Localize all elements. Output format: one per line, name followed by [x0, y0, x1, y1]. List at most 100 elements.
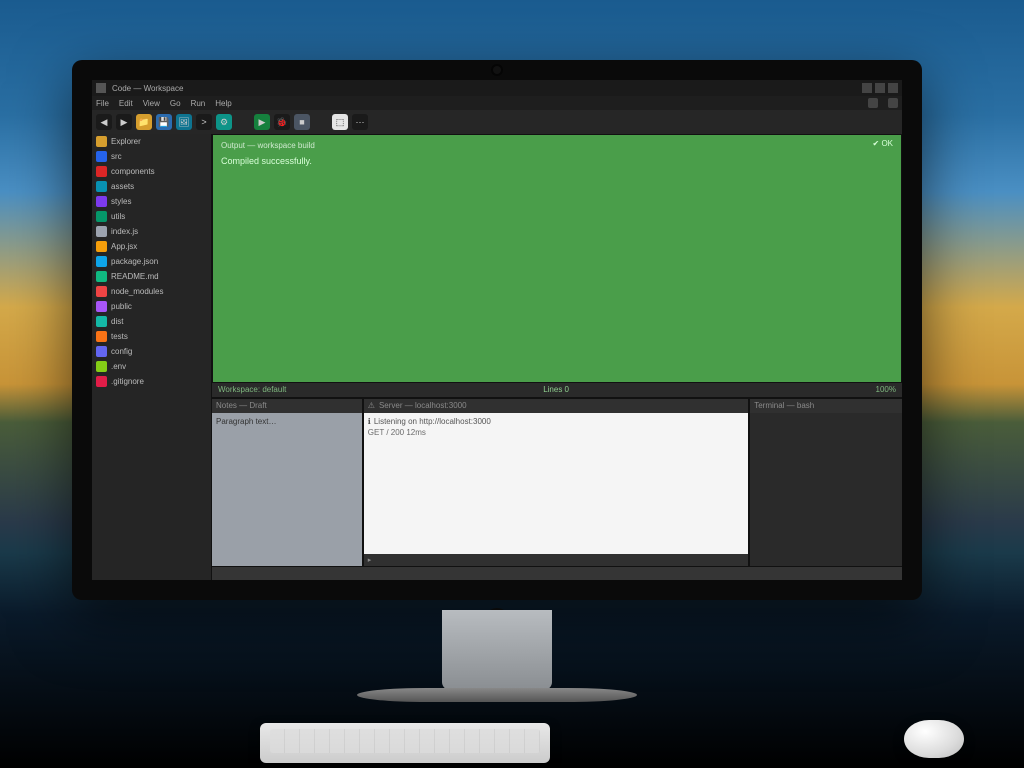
sidebar-item[interactable]: dist [92, 314, 211, 329]
sidebar-item-label: index.js [111, 227, 138, 236]
mouse [904, 720, 964, 758]
minimize-button[interactable] [862, 83, 872, 93]
folder-icon [96, 286, 107, 297]
warning-icon: ⚠ [368, 401, 375, 410]
folder-icon [96, 196, 107, 207]
stop-icon[interactable]: ■ [294, 114, 310, 130]
debug-icon[interactable]: 🐞 [274, 114, 290, 130]
app-window: Code — Workspace File Edit View Go Run H… [92, 80, 902, 580]
sidebar-item[interactable]: node_modules [92, 284, 211, 299]
panel-notes: Notes — Draft Paragraph text… [212, 399, 364, 567]
menu-file[interactable]: File [96, 99, 109, 108]
panel-server-line2: GET / 200 12ms [368, 428, 744, 437]
folder-icon [96, 331, 107, 342]
panel-terminal: Terminal — bash [750, 399, 902, 567]
sidebar-item-label: config [111, 347, 132, 356]
menu-edit[interactable]: Edit [119, 99, 133, 108]
desk-scene: Code — Workspace File Edit View Go Run H… [0, 0, 1024, 768]
sidebar: Explorer src components assets styles ut… [92, 134, 212, 580]
file-icon [96, 226, 107, 237]
menubar: File Edit View Go Run Help [92, 96, 902, 110]
close-button[interactable] [888, 83, 898, 93]
sidebar-item[interactable]: config [92, 344, 211, 359]
folder-icon [96, 151, 107, 162]
more-icon[interactable]: ⋯ [352, 114, 368, 130]
titlebar[interactable]: Code — Workspace [92, 80, 902, 96]
sidebar-item-label: .env [111, 362, 126, 371]
folder-icon [96, 346, 107, 357]
sidebar-item[interactable]: .env [92, 359, 211, 374]
nav-fwd-icon[interactable]: ▶ [116, 114, 132, 130]
sidebar-item-label: node_modules [111, 287, 163, 296]
file-icon [96, 376, 107, 387]
bottom-panels: Notes — Draft Paragraph text… ⚠ Server —… [212, 397, 902, 567]
settings-icon[interactable]: ⚙ [216, 114, 232, 130]
nav-back-icon[interactable]: ◀ [96, 114, 112, 130]
sidebar-item-label: README.md [111, 272, 159, 281]
file-icon [96, 361, 107, 372]
editor-footer-right: 100% [876, 385, 896, 394]
sidebar-item[interactable]: public [92, 299, 211, 314]
sidebar-item[interactable]: tests [92, 329, 211, 344]
monitor-foot [357, 688, 637, 702]
sidebar-item[interactable]: src [92, 149, 211, 164]
folder-icon [96, 166, 107, 177]
sidebar-item-label: components [111, 167, 155, 176]
file-icon [96, 271, 107, 282]
sidebar-item[interactable]: styles [92, 194, 211, 209]
menu-help[interactable]: Help [215, 99, 231, 108]
panel-server-footer-icon[interactable]: ▸ [368, 556, 372, 564]
sidebar-item[interactable]: assets [92, 179, 211, 194]
keyboard [260, 723, 550, 763]
panel-server-title-label: Server — localhost:3000 [379, 401, 467, 410]
menubar-extra-icon[interactable] [868, 98, 878, 108]
sidebar-item[interactable]: package.json [92, 254, 211, 269]
panel-server-footer: ▸ [364, 554, 748, 566]
sidebar-item-label: public [111, 302, 132, 311]
save-icon[interactable]: 💾 [156, 114, 172, 130]
editor-status-badge: ✔ OK [873, 139, 893, 148]
panel-server-body[interactable]: ℹListening on http://localhost:3000 GET … [364, 413, 748, 555]
run-icon[interactable]: ▶ [254, 114, 270, 130]
menu-run[interactable]: Run [191, 99, 206, 108]
editor-panel[interactable]: Output — workspace build Compiled succes… [212, 134, 902, 383]
file-icon [96, 241, 107, 252]
sidebar-item[interactable]: components [92, 164, 211, 179]
menu-view[interactable]: View [143, 99, 160, 108]
workspace: Explorer src components assets styles ut… [92, 134, 902, 580]
editor-footer-center: Lines 0 [543, 385, 569, 394]
panel-notes-body[interactable]: Paragraph text… [212, 413, 362, 567]
panel-server-title[interactable]: ⚠ Server — localhost:3000 [364, 399, 748, 413]
sidebar-item[interactable]: App.jsx [92, 239, 211, 254]
sidebar-item[interactable]: .gitignore [92, 374, 211, 389]
menubar-extra-icon-2[interactable] [888, 98, 898, 108]
panel-notes-line: Paragraph text… [216, 417, 358, 426]
panel-server-line1: Listening on http://localhost:3000 [374, 417, 491, 426]
app-icon [96, 83, 106, 93]
sidebar-item-label: Explorer [111, 137, 141, 146]
editor-header: Output — workspace build [221, 141, 893, 150]
panel-terminal-title[interactable]: Terminal — bash [750, 399, 902, 413]
camera-icon [493, 66, 501, 74]
sidebar-item[interactable]: README.md [92, 269, 211, 284]
window-title: Code — Workspace [112, 84, 183, 93]
sidebar-item-label: assets [111, 182, 134, 191]
sidebar-item[interactable]: Explorer [92, 134, 211, 149]
maximize-button[interactable] [875, 83, 885, 93]
folder-icon [96, 316, 107, 327]
ext-icon[interactable]: ⬚ [332, 114, 348, 130]
panel-terminal-body[interactable] [750, 413, 902, 567]
terminal-icon[interactable]: > [196, 114, 212, 130]
sidebar-item-label: .gitignore [111, 377, 144, 386]
monitor-bezel: Code — Workspace File Edit View Go Run H… [72, 60, 922, 600]
monitor-stand [442, 610, 552, 690]
sidebar-item[interactable]: index.js [92, 224, 211, 239]
editor-body: Compiled successfully. [221, 156, 893, 166]
sidebar-item[interactable]: utils [92, 209, 211, 224]
image-icon[interactable]: 🖼 [176, 114, 192, 130]
panel-notes-title[interactable]: Notes — Draft [212, 399, 362, 413]
menu-go[interactable]: Go [170, 99, 181, 108]
open-folder-icon[interactable]: 📁 [136, 114, 152, 130]
sidebar-item-label: App.jsx [111, 242, 137, 251]
folder-icon [96, 136, 107, 147]
